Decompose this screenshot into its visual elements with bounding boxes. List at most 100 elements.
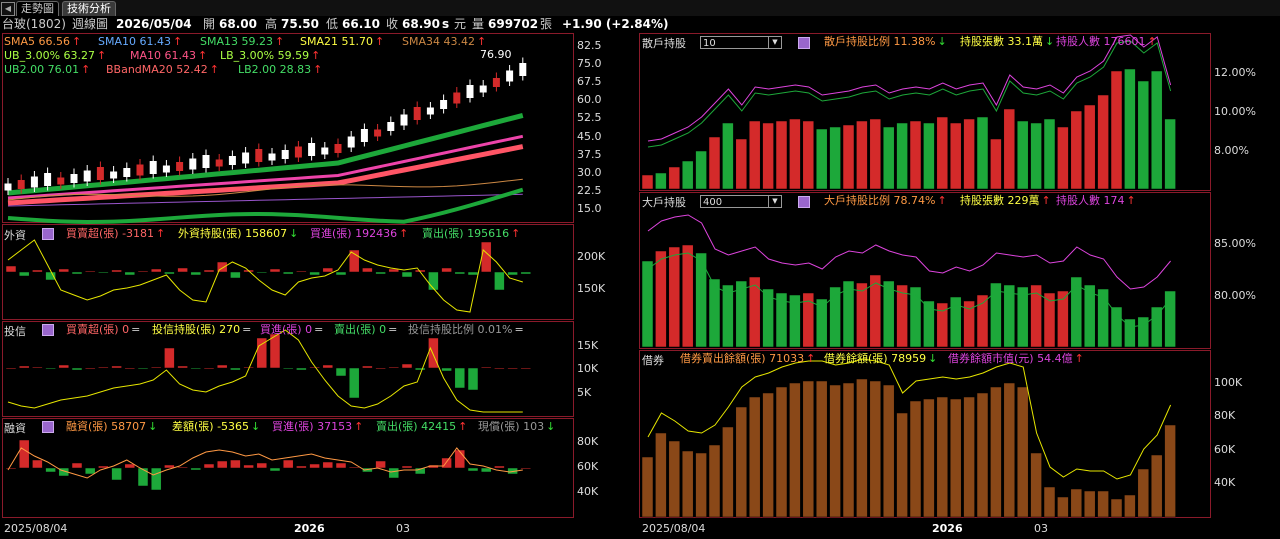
retail-ratio-bar [789,118,801,190]
lending-axis-tick: 80K [1214,409,1236,422]
margin-axis-tick: 60K [577,460,599,473]
lending-short-bar [1124,494,1136,518]
trend-arrow-icon: ↑ [1074,352,1084,365]
retail-ratio-bar [1150,70,1163,190]
legend-major-ratio: 大戶持股比例 78.74% ↑ [824,194,947,207]
margin-change-bar [520,467,532,470]
settings-icon[interactable] [42,421,54,433]
major-ratio-bar [882,280,895,348]
trust-net-bar [388,366,400,369]
legend-foreign-sell: 賣出(張) 195616 ↑ [422,227,521,240]
settings-icon[interactable] [798,37,810,49]
trust-net-bar [124,367,136,370]
retail-axis-tick: 8.00% [1214,144,1249,157]
foreign-net-bar [18,271,30,277]
legend-sma21: SMA21 51.70 ↑ [300,35,385,48]
retail-ratio-bar [641,174,654,190]
trust-net-bar [58,364,70,369]
lending-short-bar [1137,468,1150,518]
legend-sma34: SMA34 43.42 ↑ [402,35,487,48]
trust-net-bar [164,347,175,369]
major-ratio-bar [896,284,908,348]
candle-body [70,174,78,183]
candle-body [321,147,329,155]
right-x-label-year: 2026 [932,522,963,535]
foreign-net-bar [480,241,492,273]
trust-net-bar [137,367,149,370]
margin-change-bar [375,460,386,469]
trust-net-bar [520,367,532,370]
legend-margin-sell: 賣出(張) 42415 ↑ [376,420,468,433]
trust-net-bar [282,367,294,370]
legend-margin-buy: 買進(張) 37153 ↑ [272,420,364,433]
legend-lending-value: 借券餘額市值(元) 54.4億 ↑ [948,352,1084,365]
foreign-net-bar [111,269,122,273]
lending-short-bar [1070,488,1083,518]
retail-ratio-bar [815,128,828,190]
major-ratio-bar [815,298,828,348]
major-ratio-bar [1110,306,1123,348]
chart-canvas [4,34,1176,518]
margin-change-bar [256,462,268,469]
major-axis-tick: 80.00% [1214,289,1256,302]
price-axis-tick: 15.0 [577,202,602,215]
settings-icon[interactable] [42,228,54,240]
margin-change-bar [216,460,228,469]
margin-axis-tick: 80K [577,435,599,448]
retail-ratio-bar [923,122,935,190]
legend-foreign-buy: 買進(張) 192436 ↑ [310,227,409,240]
right-x-label-start: 2025/08/04 [642,522,706,535]
foreign-net-bar [5,265,17,273]
trust-axis-tick: 10K [577,362,599,375]
retail-ratio-bar [708,136,721,190]
lending-axis-tick: 100K [1214,376,1243,389]
major-threshold-select[interactable]: 400 ▼ [700,195,782,208]
foreign-net-bar [269,268,281,273]
lending-short-bar [748,396,761,518]
trust-net-bar [309,366,320,369]
lending-short-bar [963,396,975,518]
retail-ratio-bar [748,120,761,190]
lending-short-bar [909,400,922,518]
foreign-net-bar [520,271,532,275]
lending-short-bar [1164,424,1176,518]
retail-ratio-bar [949,122,962,190]
lending-short-bar [990,386,1002,518]
major-ratio-bar [1016,286,1029,348]
retail-ratio-bar [762,122,774,190]
chevron-down-icon[interactable]: ▼ [768,196,781,207]
candle-body [387,122,395,131]
margin-axis-tick: 40K [577,485,599,498]
retail-ratio-bar [1070,110,1083,190]
left-x-label-year: 2026 [294,522,325,535]
trend-arrow-icon: ↑ [806,352,816,365]
peak-price-label: 76.90 [480,48,512,61]
price-axis-tick: 52.5 [577,111,602,124]
major-ratio-bar [681,244,694,348]
trust-net-bar [71,367,83,371]
candle-body [413,107,421,120]
legend-retail-shares: 持股張數 33.1萬 ↓ [960,35,1055,48]
retail-ratio-bar [829,126,841,190]
margin-change-bar [388,467,400,479]
trend-arrow-icon: ↑ [1126,194,1136,207]
chevron-down-icon[interactable]: ▼ [768,37,781,48]
candle-body [44,173,52,186]
retail-ratio-bar [1164,118,1176,190]
candle-body [374,129,382,137]
retail-ratio-bar [1110,70,1123,190]
trust-axis-tick: 15K [577,339,599,352]
trend-arrow-icon: ↑ [313,63,323,76]
foreign-net-bar [177,267,188,273]
settings-icon[interactable] [42,324,54,336]
retail-threshold-select[interactable]: 10 ▼ [700,36,782,49]
legend-trust-net: 買賣超(張) 0 = [66,323,141,336]
major-axis-tick: 85.00% [1214,237,1256,250]
margin-change-bar [84,467,96,475]
legend-foreign-net: 買賣超(張) -3181 ↑ [66,227,166,240]
settings-icon[interactable] [798,196,810,208]
major-ratio-bar [990,282,1002,348]
retail-ratio-bar [655,172,667,190]
lending-short-bar [775,386,788,518]
foreign-net-bar [98,271,109,274]
